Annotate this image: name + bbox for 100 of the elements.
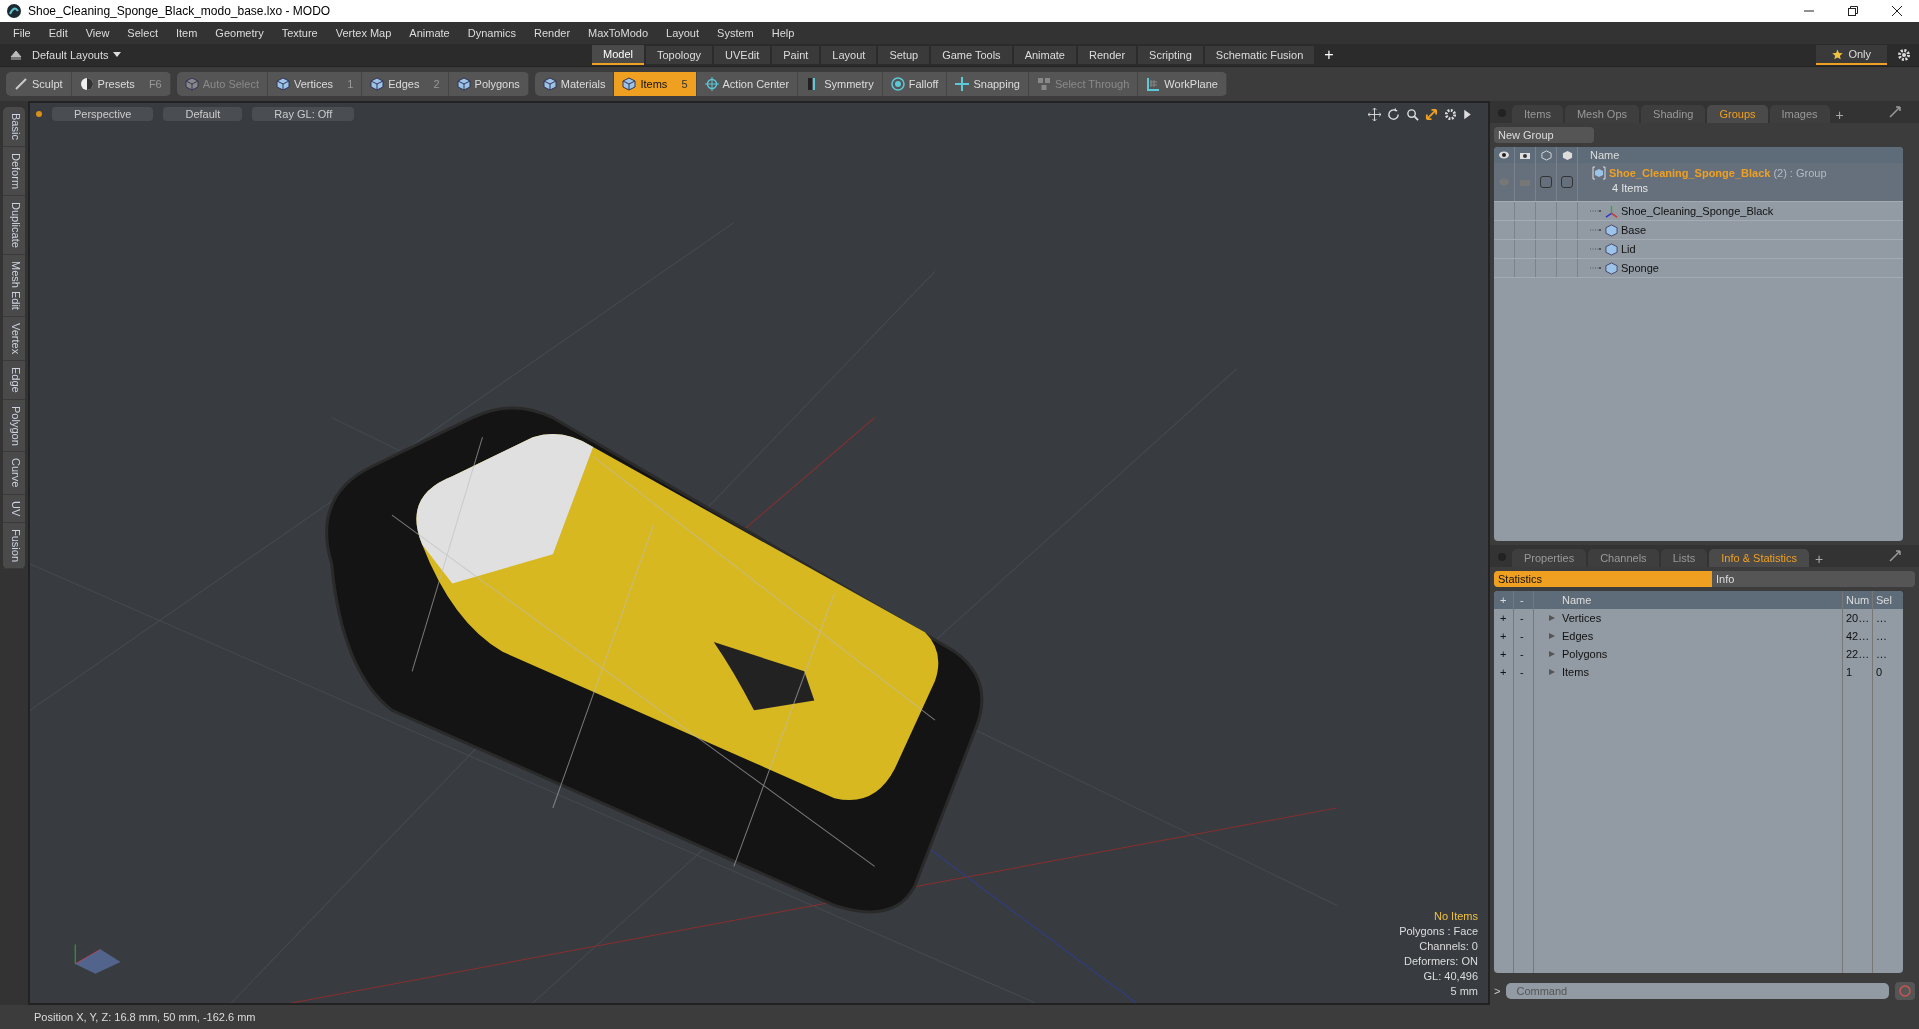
move-icon[interactable]	[1368, 107, 1381, 121]
panel-tab[interactable]: Properties	[1512, 549, 1587, 567]
panel-tab[interactable]: Info & Statistics	[1709, 549, 1810, 567]
menu-item[interactable]: Animate	[400, 27, 459, 39]
layout-tab[interactable]: Render	[1078, 46, 1137, 64]
menu-item[interactable]: Help	[762, 27, 804, 39]
expand-arrow-icon[interactable]	[1548, 668, 1556, 676]
layout-tab[interactable]: Layout	[821, 46, 877, 64]
panel-tab[interactable]: Lists	[1660, 549, 1708, 567]
menu-item[interactable]: MaxToModo	[579, 27, 657, 39]
side-tab[interactable]: Fusion	[3, 523, 25, 570]
tree-item[interactable]: Base	[1578, 221, 1647, 239]
layout-tab[interactable]: Setup	[878, 46, 930, 64]
tree-item[interactable]: Sponge	[1578, 259, 1659, 277]
viewport-button[interactable]: Ray GL: Off	[252, 107, 355, 121]
side-tab[interactable]: Polygon	[3, 399, 25, 453]
menu-item[interactable]: Render	[525, 27, 580, 39]
tree-item[interactable]: Lid	[1578, 240, 1636, 258]
layout-tab[interactable]: Topology	[645, 46, 712, 64]
toolbar-button[interactable]: Presets F6	[71, 72, 171, 96]
panel-tab[interactable]: Images	[1769, 105, 1830, 123]
record-button[interactable]	[1895, 982, 1915, 1000]
side-tab[interactable]: Deform	[3, 146, 25, 196]
add-button[interactable]: +	[1494, 609, 1514, 627]
add-button[interactable]: +	[1494, 663, 1514, 681]
layout-tab[interactable]: UVEdit	[714, 46, 771, 64]
expand-arrow-icon[interactable]	[1548, 650, 1556, 658]
layout-tab[interactable]: Schematic Fusion	[1204, 46, 1315, 64]
expand-arrow-icon[interactable]	[1548, 632, 1556, 640]
toolbar-button[interactable]: Items 5	[614, 72, 697, 96]
panel-tab[interactable]: Mesh Ops	[1564, 105, 1640, 123]
add-button[interactable]: +	[1494, 627, 1514, 645]
side-tab[interactable]: Edge	[3, 360, 25, 400]
menu-item[interactable]: Item	[166, 27, 207, 39]
settings-icon[interactable]	[1444, 107, 1457, 121]
toolbar-button[interactable]: Snapping	[947, 72, 1029, 96]
toolbar-button[interactable]: Vertices 1	[268, 72, 363, 96]
subtab[interactable]: Info	[1712, 571, 1915, 587]
layout-tab[interactable]: Model	[592, 45, 644, 65]
toolbar-button[interactable]: Symmetry	[798, 72, 883, 96]
add-tab-button[interactable]: +	[1316, 46, 1342, 64]
command-field[interactable]: Command	[1506, 983, 1889, 999]
side-tab[interactable]: Vertex	[3, 316, 25, 361]
toolbar-button[interactable]: Sculpt	[6, 72, 72, 96]
menu-item[interactable]: Texture	[272, 27, 327, 39]
layout-tab[interactable]: Game Tools	[931, 46, 1012, 64]
remove-button[interactable]: -	[1514, 663, 1534, 681]
menu-item[interactable]: Edit	[39, 27, 77, 39]
search-icon[interactable]	[1406, 107, 1419, 121]
panel-tab[interactable]: Channels	[1588, 549, 1659, 567]
remove-button[interactable]: -	[1514, 645, 1534, 663]
close-icon[interactable]	[1891, 5, 1903, 17]
tree-item[interactable]: Shoe_Cleaning_Sponge_Black	[1578, 202, 1774, 220]
viewport-button[interactable]: Perspective	[52, 107, 154, 121]
cube-icon	[184, 77, 199, 91]
layout-tab[interactable]: Animate	[1013, 46, 1076, 64]
add-button[interactable]: +	[1494, 645, 1514, 663]
expand-icon[interactable]	[1425, 107, 1438, 121]
add-tab-button[interactable]: +	[1831, 107, 1848, 123]
menu-item[interactable]: Vertex Map	[326, 27, 401, 39]
toolbar-button[interactable]: Action Center	[696, 72, 799, 96]
only-button[interactable]: Only	[1816, 45, 1887, 65]
subtab[interactable]: Statistics	[1494, 571, 1712, 587]
remove-button[interactable]: -	[1514, 609, 1534, 627]
side-tab[interactable]: Duplicate	[3, 195, 25, 255]
checkbox[interactable]	[1561, 176, 1573, 188]
menu-item[interactable]: View	[76, 27, 119, 39]
expand-arrow-icon[interactable]	[1548, 614, 1556, 622]
panel-tab[interactable]: Shading	[1641, 105, 1706, 123]
new-group-button[interactable]: New Group	[1494, 127, 1594, 143]
toolbar-button[interactable]: WorkPlane	[1138, 72, 1227, 96]
menu-item[interactable]: Layout	[657, 27, 709, 39]
menu-item[interactable]: System	[708, 27, 763, 39]
layout-tab[interactable]: Paint	[772, 46, 820, 64]
up-arrow-icon[interactable]	[10, 49, 22, 61]
menu-item[interactable]: Geometry	[206, 27, 273, 39]
menu-item[interactable]: Dynamics	[458, 27, 525, 39]
settings-icon[interactable]	[1897, 48, 1911, 62]
panel-tab[interactable]: Groups	[1707, 105, 1768, 123]
menu-item[interactable]: Select	[118, 27, 167, 39]
toolbar-button[interactable]: Edges 2	[362, 72, 449, 96]
layout-tab[interactable]: Scripting	[1138, 46, 1203, 64]
expand-icon[interactable]	[1889, 106, 1901, 118]
side-tab[interactable]: UV	[3, 494, 25, 524]
side-tab[interactable]: Mesh Edit	[3, 254, 25, 317]
toolbar-button[interactable]: Polygons	[448, 72, 529, 96]
menu-item[interactable]: File	[4, 27, 40, 39]
play-icon[interactable]	[1463, 107, 1472, 121]
toolbar-button[interactable]: Falloff	[882, 72, 948, 96]
side-tab[interactable]: Curve	[3, 452, 25, 495]
layout-dropdown[interactable]: Default Layouts	[32, 49, 592, 61]
maximize-icon[interactable]	[1847, 5, 1859, 17]
add-tab-button[interactable]: +	[1811, 551, 1828, 567]
panel-tab[interactable]: Items	[1512, 105, 1563, 123]
viewport-button[interactable]: Default	[163, 107, 243, 121]
side-tab[interactable]: Basic	[3, 107, 25, 147]
remove-button[interactable]: -	[1514, 627, 1534, 645]
checkbox[interactable]	[1540, 176, 1552, 188]
expand-icon[interactable]	[1889, 550, 1901, 562]
rotate-icon[interactable]	[1387, 107, 1400, 121]
